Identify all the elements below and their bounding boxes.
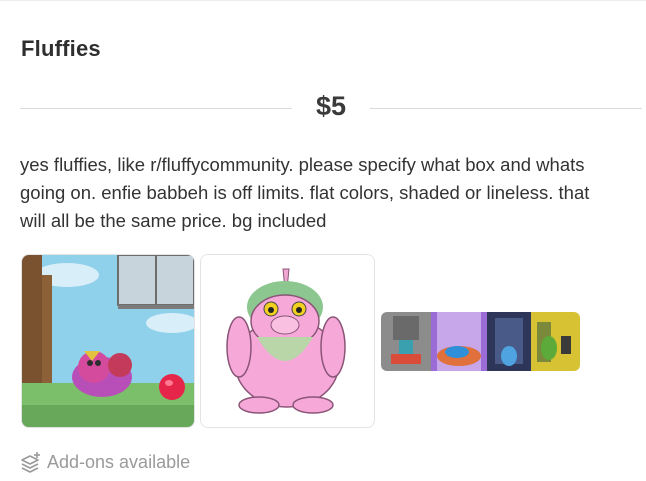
fluffy-scene-image: [22, 255, 194, 427]
price-row: $5: [20, 90, 642, 126]
gallery-image-box-strip[interactable]: [381, 312, 580, 371]
listing-description: yes fluffies, like r/fluffycommunity. pl…: [20, 154, 590, 231]
box-strip-image: [381, 312, 580, 371]
listing-price: $5: [315, 91, 347, 121]
pink-fluffy-image: [201, 255, 374, 427]
addons-available: Add-ons available: [20, 450, 190, 474]
top-divider: [0, 0, 646, 1]
price-divider-right: [370, 108, 642, 109]
layers-plus-icon: [21, 452, 40, 473]
gallery-image-pink-fluffy[interactable]: [200, 254, 375, 428]
gallery-image-fluffy-scene[interactable]: [21, 254, 195, 428]
addons-label: Add-ons available: [47, 451, 191, 472]
listing-title: Fluffies: [21, 36, 101, 61]
price-divider-left: [20, 108, 292, 109]
listing-card: Fluffies $5 yes fluffies, like r/fluffyc…: [0, 0, 646, 481]
